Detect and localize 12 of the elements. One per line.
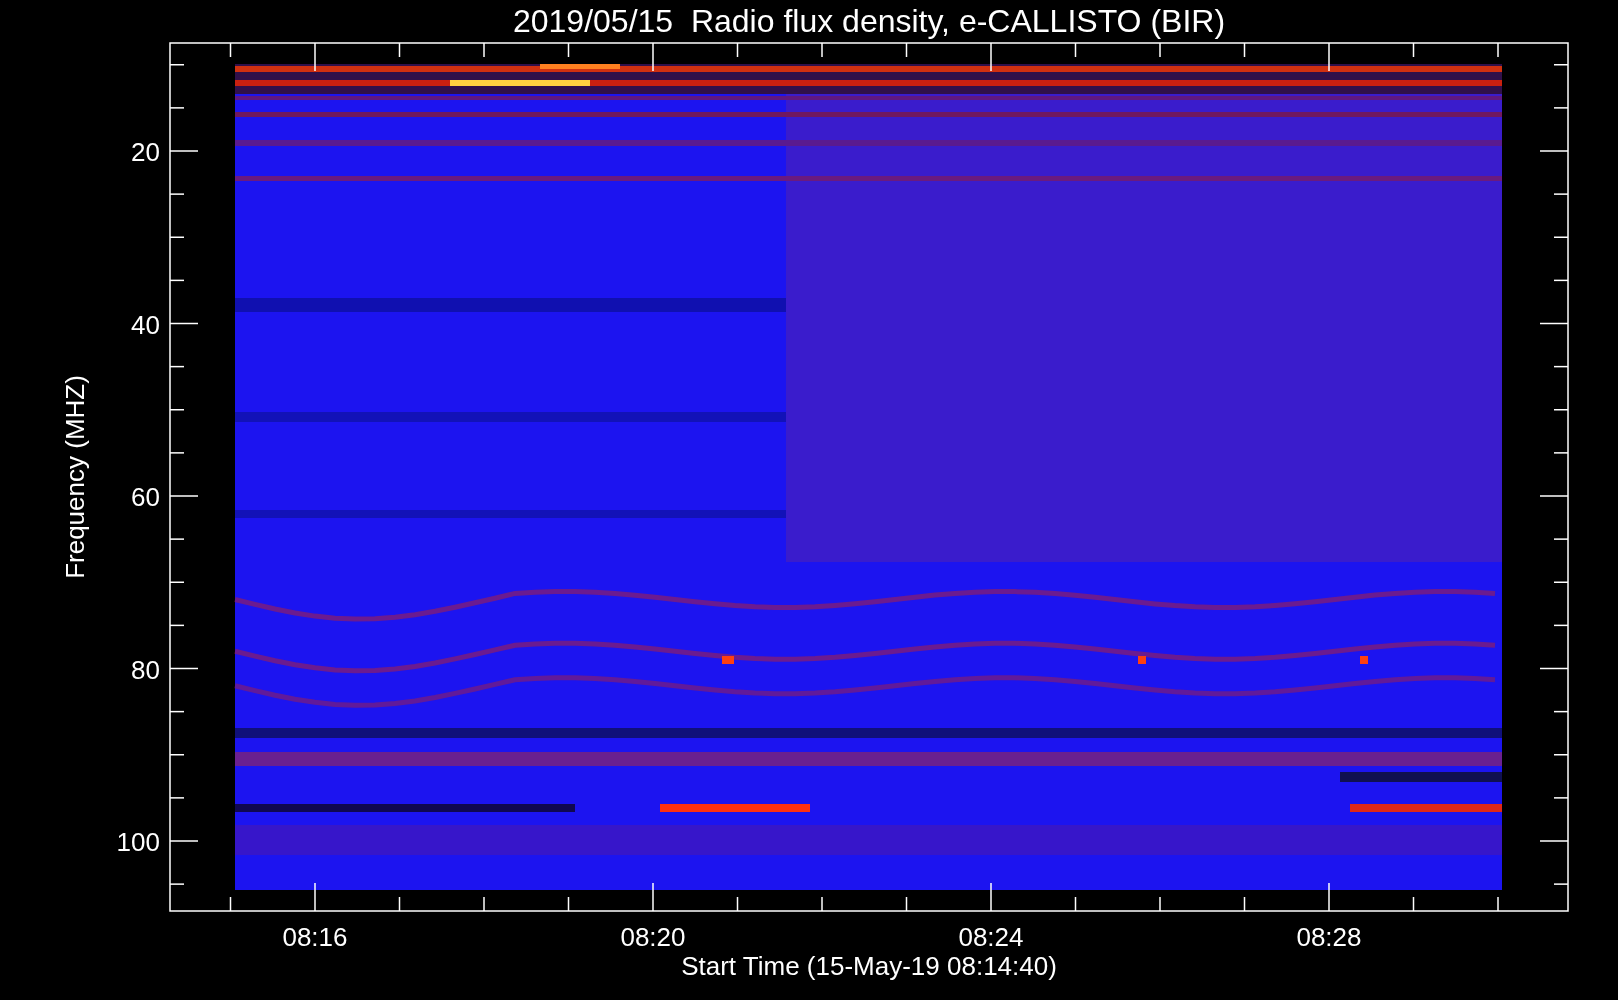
y-axis-label: Frequency (MHZ) — [60, 375, 90, 579]
y-tick-label: 60 — [131, 482, 160, 512]
x-tick-label: 08:20 — [620, 922, 686, 952]
x-tick-label: 08:24 — [958, 922, 1024, 952]
x-axis-label: Start Time (15-May-19 08:14:40) — [681, 951, 1057, 981]
y-tick-label: 40 — [131, 309, 160, 340]
y-tick-label: 100 — [116, 827, 160, 857]
y-tick-label: 20 — [131, 137, 160, 167]
y-tick-label: 80 — [131, 654, 160, 685]
x-tick-label: 08:28 — [1296, 922, 1362, 952]
x-tick-label: 08:16 — [282, 922, 348, 952]
plot-title: 2019/05/15 Radio flux density, e-CALLISTO (BIR) — [512, 3, 1226, 39]
